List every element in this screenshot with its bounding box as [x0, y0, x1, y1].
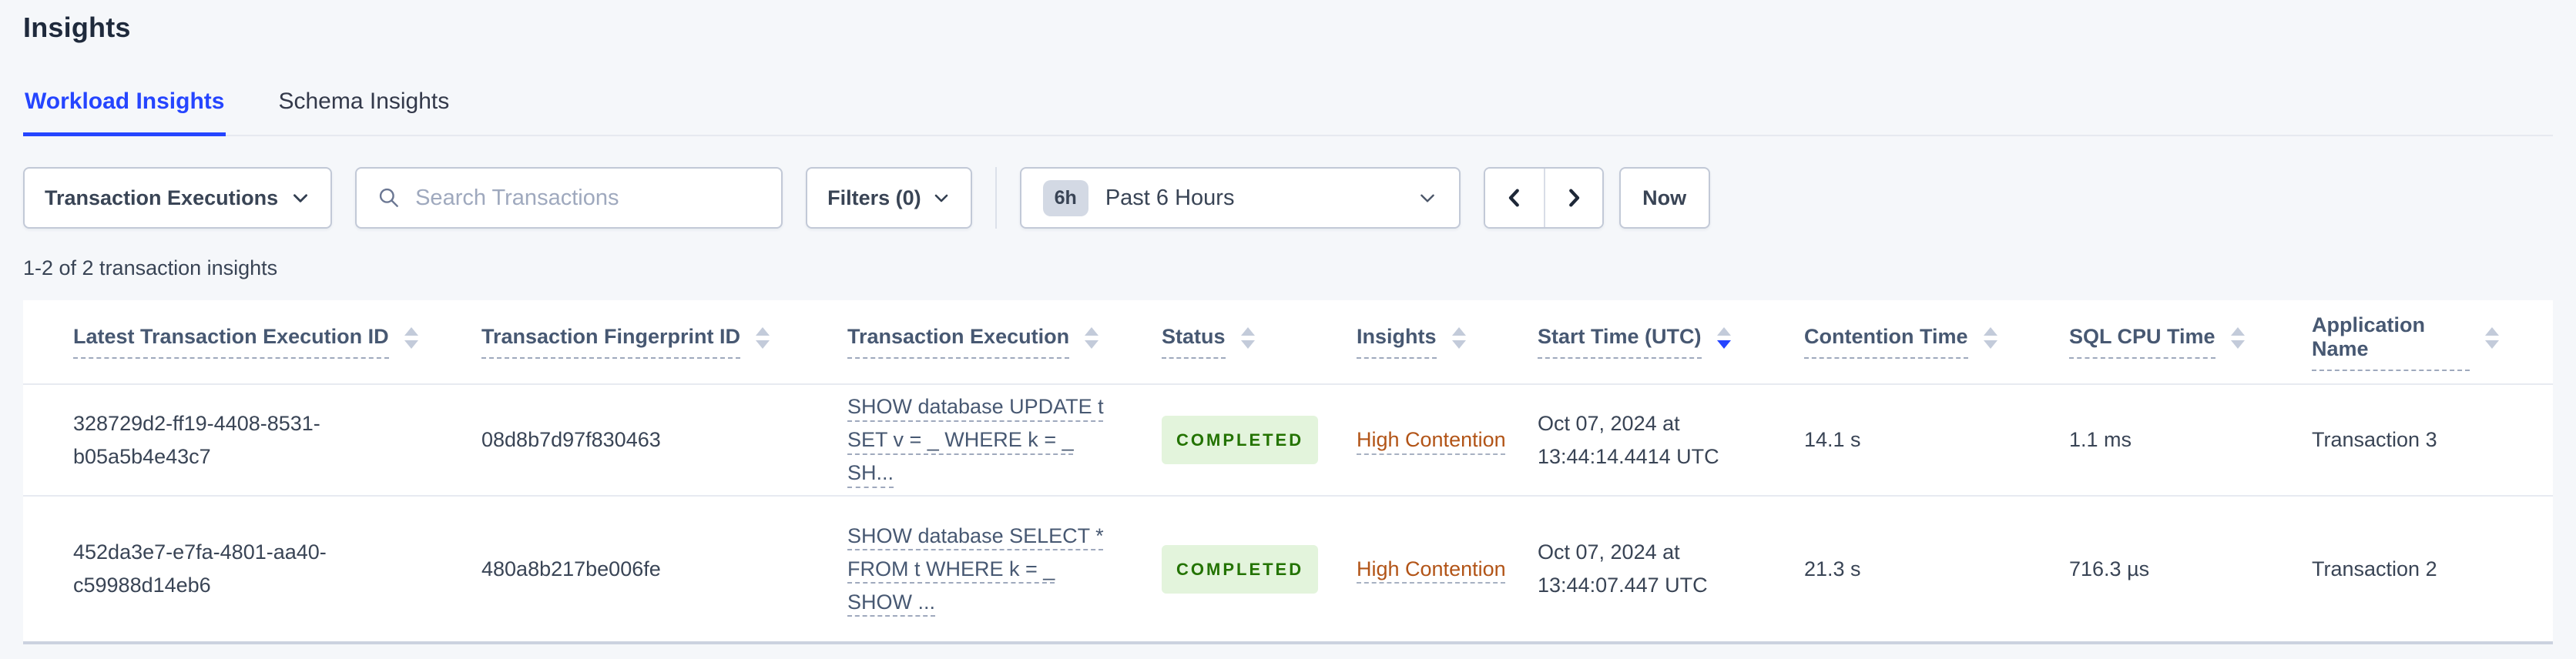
filters-button[interactable]: Filters (0) — [806, 167, 972, 229]
chevron-down-icon — [932, 189, 951, 207]
cell-application-name: Transaction 3 — [2312, 428, 2437, 451]
cell-execution-id: 452da3e7-e7fa-4801-aa40-c59988d14eb6 — [73, 540, 327, 597]
sort-icon — [1451, 327, 1466, 349]
column-header-sql-cpu-time[interactable]: SQL CPU Time — [2069, 325, 2312, 359]
column-header-latest-transaction-execution-id[interactable]: Latest Transaction Execution ID — [73, 325, 481, 359]
toolbar: Transaction Executions Filters (0) 6h Pa… — [23, 167, 2553, 229]
time-range-label: Past 6 Hours — [1105, 185, 1235, 210]
cell-start-time: Oct 07, 2024 at 13:44:07.447 UTC — [1538, 540, 1708, 597]
insight-type-dropdown[interactable]: Transaction Executions — [23, 167, 333, 229]
results-count: 1-2 of 2 transaction insights — [23, 256, 278, 279]
time-window-pager — [1483, 167, 1604, 229]
cell-contention-time: 14.1 s — [1804, 428, 1861, 451]
cell-sql-cpu-time: 1.1 ms — [2069, 428, 2132, 451]
toolbar-divider — [995, 167, 997, 229]
now-button-label: Now — [1642, 186, 1687, 209]
column-header-transaction-execution[interactable]: Transaction Execution — [847, 325, 1162, 359]
sort-icon — [756, 327, 770, 349]
column-header-transaction-fingerprint-id[interactable]: Transaction Fingerprint ID — [481, 325, 847, 359]
previous-time-window-button[interactable] — [1484, 169, 1544, 227]
time-range-shortcut-badge: 6h — [1042, 179, 1088, 216]
search-box — [355, 167, 783, 229]
cell-application-name: Transaction 2 — [2312, 557, 2437, 580]
sort-icon-active-desc — [1716, 327, 1731, 349]
chevron-left-icon — [1503, 186, 1526, 209]
table-row: 328729d2-ff19-4408-8531-b05a5b4e43c7 08d… — [23, 385, 2553, 497]
cell-contention-time: 21.3 s — [1804, 557, 1861, 580]
insight-type-dropdown-label: Transaction Executions — [45, 186, 279, 209]
insight-type-link[interactable]: High Contention — [1357, 553, 1506, 586]
column-header-application-name[interactable]: Application Name — [2312, 313, 2522, 371]
search-icon — [377, 186, 401, 210]
column-header-contention-time[interactable]: Contention Time — [1804, 325, 2069, 359]
now-button[interactable]: Now — [1618, 167, 1710, 229]
cell-sql-cpu-time: 716.3 µs — [2069, 557, 2150, 580]
sort-icon — [2485, 327, 2499, 349]
status-badge: COMPLETED — [1162, 544, 1319, 594]
search-input[interactable] — [415, 185, 762, 211]
column-header-insights[interactable]: Insights — [1357, 325, 1538, 359]
chevron-down-icon — [1417, 188, 1437, 208]
cell-fingerprint-id: 480a8b217be006fe — [481, 557, 661, 580]
tab-schema-insights[interactable]: Schema Insights — [277, 90, 451, 136]
tab-workload-insights[interactable]: Workload Insights — [23, 90, 226, 136]
status-badge: COMPLETED — [1162, 416, 1319, 464]
transaction-execution-link[interactable]: SHOW database UPDATE t SET v = _ WHERE k… — [847, 390, 1117, 490]
chevron-down-icon — [290, 188, 310, 208]
table-header-row: Latest Transaction Execution ID Transact… — [23, 300, 2553, 385]
sort-icon — [1983, 327, 1997, 349]
table-row: 452da3e7-e7fa-4801-aa40-c59988d14eb6 480… — [23, 497, 2553, 641]
chevron-right-icon — [1562, 186, 1585, 209]
cell-fingerprint-id: 08d8b7d97f830463 — [481, 428, 661, 451]
column-header-start-time[interactable]: Start Time (UTC) — [1538, 325, 1804, 359]
time-range-selector[interactable]: 6h Past 6 Hours — [1019, 167, 1461, 229]
sort-icon — [1240, 327, 1255, 349]
insight-type-link[interactable]: High Contention — [1357, 423, 1506, 457]
cell-start-time: Oct 07, 2024 at 13:44:14.4414 UTC — [1538, 411, 1719, 468]
next-time-window-button[interactable] — [1543, 169, 1602, 227]
transaction-execution-link[interactable]: SHOW database SELECT * FROM t WHERE k = … — [847, 520, 1117, 619]
tab-bar: Workload Insights Schema Insights — [23, 90, 2553, 136]
page-title: Insights — [23, 12, 131, 43]
filters-button-label: Filters (0) — [827, 186, 921, 209]
cell-execution-id: 328729d2-ff19-4408-8531-b05a5b4e43c7 — [73, 411, 320, 468]
sort-icon — [404, 327, 418, 349]
insights-page: Insights Workload Insights Schema Insigh… — [0, 0, 2576, 644]
insights-table: Latest Transaction Execution ID Transact… — [23, 300, 2553, 644]
column-header-status[interactable]: Status — [1162, 325, 1357, 359]
sort-icon — [2230, 327, 2245, 349]
sort-icon — [1085, 327, 1099, 349]
